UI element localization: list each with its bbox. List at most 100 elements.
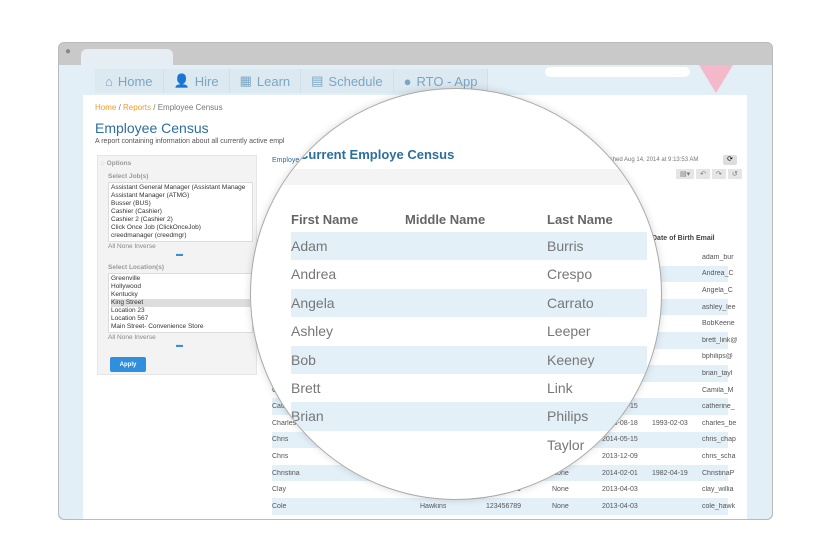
location-option[interactable]: King Street <box>111 299 250 307</box>
locations-all-none-inverse[interactable]: All None Inverse <box>108 333 256 342</box>
export-icon[interactable]: ▤▾ <box>676 169 695 179</box>
table-cell: Angela_C <box>702 286 733 294</box>
locations-select[interactable]: Greenville Hollywood Kentucky King Street Lo… <box>108 273 253 333</box>
last-name-cell: Keeney <box>547 351 595 368</box>
first-name-cell: Adam <box>291 238 328 254</box>
table-cell: ChristinaP <box>702 469 735 477</box>
job-option[interactable]: creedmanager (creedmgr) <box>111 232 250 240</box>
apply-button[interactable]: Apply <box>110 357 146 372</box>
calendar-icon: ▤ <box>311 73 324 88</box>
tab-label: Schedule <box>328 73 383 89</box>
lens-row[interactable]: Bob Keeney <box>291 345 647 374</box>
job-option[interactable]: Assistant Manager (ATMG) <box>111 192 250 200</box>
tab-label: RTO - App <box>416 73 478 89</box>
resize-handle[interactable]: ▬ <box>176 342 256 349</box>
last-name-cell: Philips <box>547 408 589 425</box>
table-cell: bphilips@ <box>702 353 733 361</box>
job-option[interactable]: Cashier (Cashier) <box>111 208 250 216</box>
table-cell: chris_scha <box>702 452 736 460</box>
table-cell: None <box>552 486 569 494</box>
search-input[interactable] <box>545 67 690 77</box>
toolbar: ▤▾ ↶ ↷ ↺ <box>676 169 742 179</box>
redo-icon[interactable]: ↷ <box>712 169 726 179</box>
lens-row[interactable]: Taylor <box>291 431 647 459</box>
lens-table: Adam Burris Andrea Crespo Angela Carrato Ashle… <box>291 232 647 459</box>
lens-row[interactable]: Adam Burris <box>291 232 647 261</box>
lens-row[interactable]: Andrea Crespo <box>291 260 647 288</box>
location-option[interactable]: Main Street- Convenience Store <box>111 323 250 331</box>
breadcrumb-home[interactable]: Home <box>95 103 116 112</box>
location-option[interactable]: Hollywood <box>111 283 250 291</box>
table-cell: Christina <box>272 469 300 477</box>
jobs-all-none-inverse[interactable]: All None Inverse <box>108 242 256 251</box>
tab-schedule[interactable]: ▤ Schedule <box>301 69 394 93</box>
table-cell: 2013-04-03 <box>602 486 638 494</box>
first-name-cell: Brett <box>291 379 321 396</box>
last-name-cell: Leeper <box>547 323 591 340</box>
resize-handle[interactable]: ▬ <box>176 251 256 258</box>
job-option[interactable]: Click Once Job (ClickOnceJob) <box>111 224 250 232</box>
tab-label: Home <box>117 73 153 89</box>
location-pin-icon: ● <box>65 46 72 57</box>
last-name-cell: Burris <box>547 238 584 254</box>
home-icon: ⌂ <box>105 73 113 89</box>
tab-label: Hire <box>194 73 219 89</box>
map-icon: ▦ <box>239 73 252 88</box>
jobs-label: Select Job(s) <box>108 173 149 180</box>
options-toggle[interactable]: ◌ Options <box>101 160 256 167</box>
magnifier-lens: Current Employe Census First Name Middle… <box>250 88 662 500</box>
breadcrumb-reports[interactable]: Reports <box>123 103 151 112</box>
table-cell: 123456789 <box>486 502 522 510</box>
table-cell: Clay <box>272 486 287 494</box>
header-first-name[interactable]: First Name <box>291 212 358 227</box>
location-pin-icon: ● <box>403 73 412 89</box>
table-cell: 1993-02-03 <box>652 419 688 427</box>
report-header: Employe <box>272 157 300 164</box>
job-option[interactable]: Busser (BUS) <box>111 200 250 208</box>
tab-home[interactable]: ⌂ Home <box>95 69 164 93</box>
last-name-cell: Taylor <box>547 436 585 453</box>
dob-email-header: Date of Birth Email <box>652 235 715 242</box>
table-cell: Camila_M <box>702 386 734 394</box>
header-middle-name[interactable]: Middle Name <box>405 212 485 227</box>
location-option[interactable]: Kentucky <box>111 291 250 299</box>
table-cell: adam_bur <box>702 253 734 261</box>
last-name-cell: Link <box>547 379 573 396</box>
tab-label: Learn <box>256 73 291 89</box>
table-cell: 2014-02-01 <box>602 469 638 477</box>
refresh-icon[interactable]: ⟳ <box>723 155 737 165</box>
job-option[interactable]: Cashier 2 (Cashier 2) <box>111 216 250 224</box>
table-cell: 1982-04-19 <box>652 469 688 477</box>
location-option[interactable]: Location 567 <box>111 315 250 323</box>
undo-icon[interactable]: ↶ <box>696 169 711 179</box>
page-subtitle: A report containing information about al… <box>95 138 285 145</box>
jobs-select[interactable]: Assistant General Manager (Assistant Man… <box>108 182 253 242</box>
location-option[interactable]: Location 23 <box>111 307 250 315</box>
table-cell: brian_tayl <box>702 369 733 377</box>
tab-hire[interactable]: 👤 Hire <box>163 69 230 93</box>
job-option[interactable]: Assistant General Manager (Assistant Man… <box>111 184 250 192</box>
browser-tabstrip: ● <box>59 43 772 67</box>
lens-title: Current Employe Census <box>299 147 455 162</box>
lens-row[interactable]: Ashley Leeper <box>291 317 647 345</box>
tab-learn[interactable]: ▦ Learn <box>229 69 302 93</box>
lens-row[interactable]: Angela Carrato <box>291 288 647 318</box>
header-last-name[interactable]: Last Name <box>547 212 613 227</box>
table-cell: charles_be <box>702 419 737 427</box>
first-name-cell: Brian <box>291 408 324 425</box>
first-name-cell: Ashley <box>291 323 334 340</box>
table-cell: brett_link@ <box>702 336 738 344</box>
breadcrumb-current: Employee Census <box>157 103 223 112</box>
location-option[interactable]: Greenville <box>111 275 250 283</box>
table-cell: BobKeene <box>702 320 735 328</box>
options-panel: ◌ Options Select Job(s) Assistant Genera… <box>97 155 257 375</box>
last-name-cell: Crespo <box>547 266 593 283</box>
page-title: Employee Census <box>95 120 209 136</box>
table-row[interactable]: Cole Hawkins 123456789 None 2013-04-03 cole_h… <box>272 497 735 515</box>
user-icon: 👤 <box>173 73 190 88</box>
lens-row[interactable]: Brian Philips <box>291 402 647 431</box>
table-cell: None <box>552 502 569 510</box>
lens-row[interactable]: Brett Link <box>291 374 647 402</box>
breadcrumb: Home / Reports / Employee Census <box>95 103 223 112</box>
reset-icon[interactable]: ↺ <box>727 169 742 179</box>
